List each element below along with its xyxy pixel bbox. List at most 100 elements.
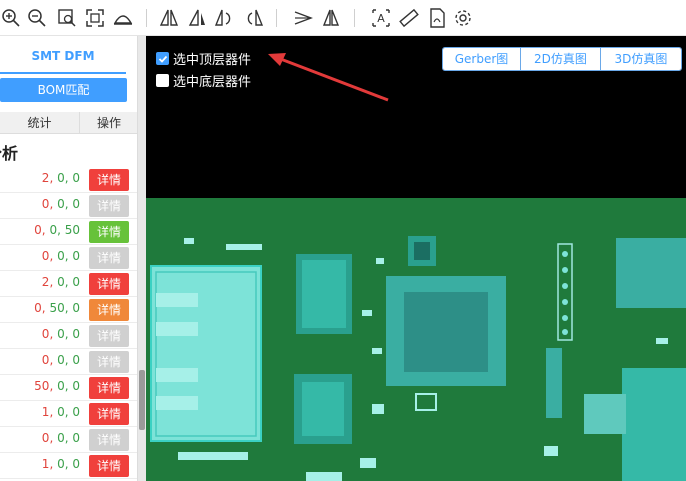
column-header-stat: 统计 xyxy=(0,112,80,134)
panel-scrollbar[interactable] xyxy=(138,36,146,481)
stat-value-b: 0 xyxy=(57,275,65,289)
section-title: 分析 xyxy=(0,144,19,163)
row-stat: 1, 0, 0 xyxy=(41,457,80,471)
ruler-icon[interactable] xyxy=(398,7,420,29)
detail-button[interactable]: 详情 xyxy=(89,273,129,295)
tab-smt-dfm[interactable]: SMT DFM xyxy=(0,40,126,74)
stat-value-b: 0 xyxy=(57,405,65,419)
table-row: 1, 0, 0 详情 xyxy=(0,401,137,427)
pen-icon[interactable] xyxy=(292,7,314,29)
row-stat: 0, 50, 0 xyxy=(34,301,80,315)
stat-value-a: 0 xyxy=(34,301,42,315)
row-stat: 2, 0, 0 xyxy=(41,275,80,289)
gear-icon[interactable] xyxy=(452,7,474,29)
mirror-icon[interactable] xyxy=(320,7,342,29)
view-tab-group: Gerber图 2D仿真图 3D仿真图 xyxy=(442,47,682,71)
tab-3d-sim[interactable]: 3D仿真图 xyxy=(601,48,681,70)
stat-value-c: 0 xyxy=(72,275,80,289)
stat-value-b: 0 xyxy=(57,379,65,393)
stat-value-b: 0 xyxy=(57,431,65,445)
stat-value-b: 0 xyxy=(57,171,65,185)
svg-text:A: A xyxy=(377,12,385,25)
detail-button[interactable]: 详情 xyxy=(89,455,129,477)
select-bottom-label: 选中底层器件 xyxy=(173,75,252,90)
table-row: 1, 0, 0 详情 xyxy=(0,453,137,479)
detail-button[interactable]: 详情 xyxy=(89,195,129,217)
detail-button[interactable]: 详情 xyxy=(89,221,129,243)
stat-value-b: 0 xyxy=(57,197,65,211)
table-row: 50, 0, 0 详情 xyxy=(0,375,137,401)
table-row: 2, 0, 0 详情 xyxy=(0,271,137,297)
stat-value-b: 50 xyxy=(49,301,65,315)
checkbox-unchecked-icon[interactable] xyxy=(156,74,169,87)
table-row: 0, 0, 0 详情 xyxy=(0,349,137,375)
rotate-right-icon[interactable] xyxy=(242,7,264,29)
detail-button[interactable]: 详情 xyxy=(89,429,129,451)
detail-button[interactable]: 详情 xyxy=(89,403,129,425)
stat-value-b: 0 xyxy=(57,327,65,341)
stat-value-c: 0 xyxy=(72,457,80,471)
stat-value-b: 0 xyxy=(57,457,65,471)
stat-value-c: 50 xyxy=(64,223,80,237)
stat-value-c: 0 xyxy=(72,301,80,315)
table-row: 0, 0, 50 详情 xyxy=(0,219,137,245)
flip-horizontal-icon[interactable] xyxy=(158,7,180,29)
tab-2d-sim[interactable]: 2D仿真图 xyxy=(521,48,601,70)
stat-value-b: 0 xyxy=(49,223,58,237)
text-icon[interactable]: A xyxy=(370,7,392,29)
column-header-op: 操作 xyxy=(80,112,137,134)
left-panel: SMT DFM BOM匹配 统计 操作 分析 2, 0, 0 详情 0, 0, 0 详… xyxy=(0,36,138,481)
stat-value-b: 0 xyxy=(57,249,65,263)
rotate-left-icon[interactable] xyxy=(214,7,236,29)
select-top-label: 选中顶层器件 xyxy=(173,53,252,68)
row-stat: 50, 0, 0 xyxy=(34,379,80,393)
detail-button[interactable]: 详情 xyxy=(89,299,129,321)
stat-value-c: 0 xyxy=(72,353,80,367)
zoom-area-icon[interactable] xyxy=(56,7,78,29)
fit-view-icon[interactable] xyxy=(84,7,106,29)
stat-value-a: 50 xyxy=(34,379,50,393)
row-stat: 0, 0, 0 xyxy=(41,431,80,445)
toolbar: A xyxy=(0,0,686,36)
detail-button[interactable]: 详情 xyxy=(89,351,129,373)
stat-value-c: 0 xyxy=(72,405,80,419)
detail-button[interactable]: 详情 xyxy=(89,169,129,191)
row-stat: 1, 0, 0 xyxy=(41,405,80,419)
row-stat: 0, 0, 0 xyxy=(41,327,80,341)
stat-value-c: 0 xyxy=(72,197,80,211)
table-row: 0, 0, 0 详情 xyxy=(0,245,137,271)
zoom-out-icon[interactable] xyxy=(26,7,48,29)
row-stat: 0, 0, 0 xyxy=(41,353,80,367)
stat-value-a: 0 xyxy=(34,223,42,237)
stat-value-b: 0 xyxy=(57,353,65,367)
detail-button[interactable]: 详情 xyxy=(89,377,129,399)
flip-vertical-icon[interactable] xyxy=(186,7,208,29)
select-bottom-checkbox[interactable]: 选中底层器件 xyxy=(156,71,251,90)
bom-match-button[interactable]: BOM匹配 xyxy=(0,78,127,102)
zoom-in-icon[interactable] xyxy=(0,7,22,29)
select-top-checkbox[interactable]: 选中顶层器件 xyxy=(156,49,251,68)
tab-gerber[interactable]: Gerber图 xyxy=(443,48,521,70)
detail-button[interactable]: 详情 xyxy=(89,247,129,269)
row-stat: 0, 0, 50 xyxy=(34,223,80,237)
table-row: 0, 0, 0 详情 xyxy=(0,323,137,349)
stat-value-c: 0 xyxy=(72,327,80,341)
pdf-icon[interactable] xyxy=(426,7,448,29)
red-arrow-annotation xyxy=(268,53,389,102)
row-stat: 2, 0, 0 xyxy=(41,171,80,185)
scrollbar-thumb[interactable] xyxy=(139,370,145,430)
table-row: 0, 0, 0 详情 xyxy=(0,193,137,219)
stat-value-c: 0 xyxy=(72,379,80,393)
table-row: 0, 50, 0 详情 xyxy=(0,297,137,323)
stat-value-c: 0 xyxy=(72,171,80,185)
stat-value-c: 0 xyxy=(72,431,80,445)
checkbox-checked-icon[interactable] xyxy=(156,52,169,65)
board-edge-icon[interactable] xyxy=(112,7,134,29)
row-stat: 0, 0, 0 xyxy=(41,197,80,211)
stat-value-c: 0 xyxy=(72,249,80,263)
detail-button[interactable]: 详情 xyxy=(89,325,129,347)
row-stat: 0, 0, 0 xyxy=(41,249,80,263)
table-row: 2, 0, 0 详情 xyxy=(0,167,137,193)
pcb-canvas[interactable]: 选中顶层器件 选中底层器件 Gerber图 2D仿真图 3D仿真图 xyxy=(146,36,686,481)
table-row: 0, 0, 0 详情 xyxy=(0,427,137,453)
